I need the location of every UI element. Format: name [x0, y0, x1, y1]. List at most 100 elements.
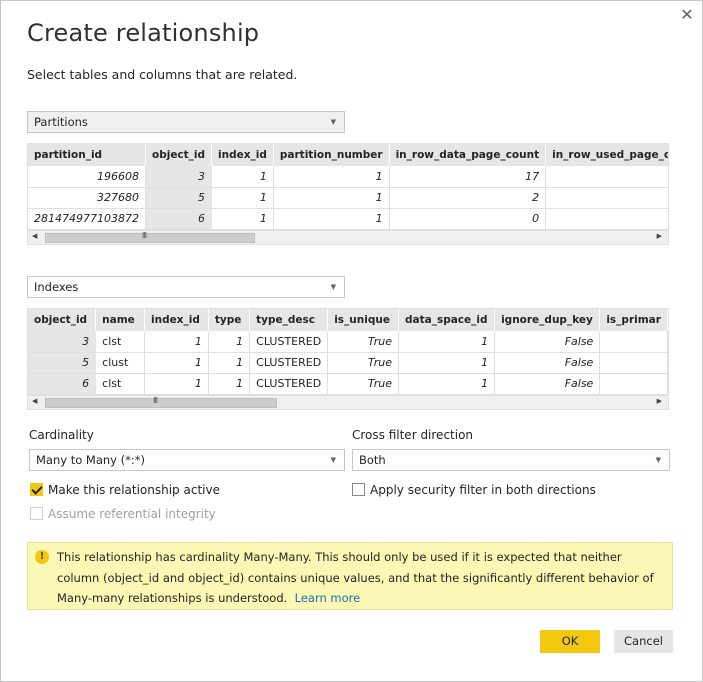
table-cell: 1 — [208, 331, 251, 353]
table-cell: 5 — [145, 187, 213, 209]
table1-col-header[interactable]: partition_id — [28, 144, 146, 166]
table-cell: 3 — [28, 331, 97, 353]
table1-col-header[interactable]: object_id — [145, 144, 213, 166]
table-cell — [545, 166, 668, 188]
table-cell: 1 — [211, 208, 274, 230]
table2-col-header[interactable]: is_primar — [599, 309, 668, 331]
active-relationship-label: Make this relationship active — [48, 483, 220, 497]
table1-col-header[interactable]: in_row_used_page_count — [545, 144, 668, 166]
chevron-down-icon: ▼ — [330, 456, 336, 464]
referential-integrity-label: Assume referential integrity — [48, 507, 216, 521]
scroll-right-icon[interactable]: ▶ — [657, 397, 662, 405]
cross-filter-select[interactable]: Both ▼ — [352, 449, 670, 471]
table-cell: 1 — [211, 187, 274, 209]
cancel-button[interactable]: Cancel — [614, 630, 673, 653]
table1-preview-grid: partition_id object_id index_id partitio… — [27, 143, 669, 245]
table1-col-header[interactable]: in_row_data_page_count — [389, 144, 547, 166]
table1-horizontal-scrollbar[interactable]: ◀ III ▶ — [28, 230, 668, 244]
table-cell — [599, 352, 668, 374]
table-cell: 1 — [211, 166, 274, 188]
ok-button[interactable]: OK — [540, 630, 600, 653]
table-cell — [545, 187, 668, 209]
table-cell: True — [327, 373, 399, 395]
table-row: 327680 5 1 1 2 — [28, 187, 668, 209]
table2-col-header[interactable]: ignore_dup_key — [494, 309, 601, 331]
referential-integrity-checkbox[interactable] — [30, 507, 43, 520]
cardinality-select-value: Many to Many (*:*) — [36, 453, 145, 467]
table-row: 281474977103872 6 1 1 0 — [28, 208, 668, 230]
close-icon[interactable]: ✕ — [678, 6, 696, 24]
create-relationship-dialog: ✕ Create relationship Select tables and … — [0, 0, 703, 682]
table2-select[interactable]: Indexes ▼ — [27, 276, 345, 298]
table-cell: False — [494, 331, 601, 353]
table2-col-header[interactable]: object_id — [28, 309, 97, 331]
table-cell: CLUSTERED — [249, 373, 329, 395]
table-cell: 6 — [145, 208, 213, 230]
table1-col-header[interactable]: index_id — [211, 144, 274, 166]
table-cell: 1 — [208, 373, 251, 395]
table-row: 6 clst 1 1 CLUSTERED True 1 False — [28, 373, 668, 395]
table-cell: clust — [95, 352, 146, 374]
table-cell: 1 — [398, 331, 496, 353]
scroll-left-icon[interactable]: ◀ — [32, 397, 37, 405]
table2-col-header[interactable]: type — [208, 309, 251, 331]
table-cell: True — [327, 352, 399, 374]
table1-header-row: partition_id object_id index_id partitio… — [28, 144, 668, 166]
table2-col-header[interactable]: index_id — [144, 309, 209, 331]
table1-col-header[interactable]: partition_number — [273, 144, 390, 166]
table-cell: 1 — [144, 352, 209, 374]
table1-preview-table: partition_id object_id index_id partitio… — [28, 144, 668, 230]
chevron-down-icon: ▼ — [330, 118, 336, 126]
table-row: 3 clst 1 1 CLUSTERED True 1 False — [28, 331, 668, 353]
table-cell: True — [327, 331, 399, 353]
table-cell: clst — [95, 331, 146, 353]
cardinality-warning-banner: ! This relationship has cardinality Many… — [27, 542, 673, 610]
table2-col-header[interactable]: data_space_id — [398, 309, 496, 331]
scroll-right-icon[interactable]: ▶ — [657, 232, 662, 240]
security-filter-checkbox[interactable] — [352, 483, 365, 496]
table2-header-row: object_id name index_id type type_desc i… — [28, 309, 668, 331]
table-cell: 1 — [144, 373, 209, 395]
dialog-title: Create relationship — [27, 19, 260, 47]
table-row: 196608 3 1 1 17 — [28, 166, 668, 188]
active-relationship-checkbox[interactable] — [30, 483, 43, 496]
table-cell: False — [494, 352, 601, 374]
table1-select-value: Partitions — [34, 115, 88, 129]
scrollbar-thumb[interactable]: III — [45, 396, 277, 408]
table2-horizontal-scrollbar[interactable]: ◀ III ▶ — [28, 395, 668, 409]
table-row: 5 clust 1 1 CLUSTERED True 1 False — [28, 352, 668, 374]
table-cell: 3 — [145, 166, 213, 188]
table2-col-header[interactable]: is_unique — [327, 309, 399, 331]
table-cell: 2 — [389, 187, 547, 209]
table-cell: CLUSTERED — [249, 331, 329, 353]
table-cell: 0 — [389, 208, 547, 230]
table-cell — [545, 208, 668, 230]
table-cell: 1 — [398, 373, 496, 395]
table2-preview-grid: object_id name index_id type type_desc i… — [27, 308, 669, 410]
table-cell: 1 — [398, 352, 496, 374]
table-cell: 327680 — [28, 187, 146, 209]
chevron-down-icon: ▼ — [655, 456, 661, 464]
table-cell — [599, 373, 668, 395]
table1-select[interactable]: Partitions ▼ — [27, 111, 345, 133]
table-cell: 5 — [28, 352, 97, 374]
table2-col-header[interactable]: type_desc — [249, 309, 329, 331]
chevron-down-icon: ▼ — [330, 283, 336, 291]
table2-select-value: Indexes — [34, 280, 79, 294]
cardinality-select[interactable]: Many to Many (*:*) ▼ — [29, 449, 345, 471]
grip-icon: III — [142, 231, 147, 240]
security-filter-label: Apply security filter in both directions — [370, 483, 596, 497]
cross-filter-label: Cross filter direction — [352, 428, 474, 442]
table-cell: 1 — [208, 352, 251, 374]
table-cell: clst — [95, 373, 146, 395]
table-cell: 6 — [28, 373, 97, 395]
table-cell: 281474977103872 — [28, 208, 146, 230]
table-cell: 196608 — [28, 166, 146, 188]
warning-message: This relationship has cardinality Many-M… — [57, 547, 665, 609]
table2-col-header[interactable]: name — [95, 309, 146, 331]
scroll-left-icon[interactable]: ◀ — [32, 232, 37, 240]
table-cell — [599, 331, 668, 353]
cardinality-label: Cardinality — [29, 428, 94, 442]
scrollbar-thumb[interactable]: III — [45, 231, 255, 243]
learn-more-link[interactable]: Learn more — [295, 591, 361, 605]
